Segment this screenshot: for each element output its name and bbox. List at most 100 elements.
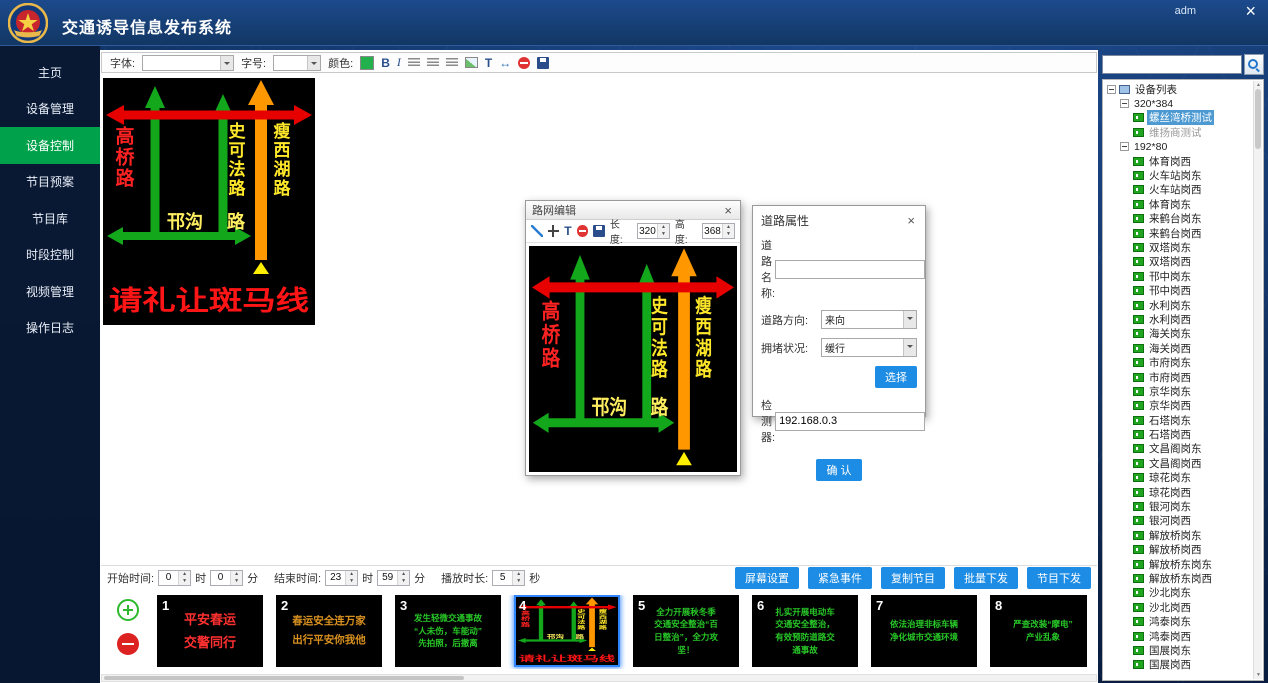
program-thumbnail[interactable]: 1 平安春运 交警同行 请礼让斑马线 (157, 595, 263, 667)
sidebar-item[interactable]: 节目预案 (0, 164, 100, 201)
expander-icon[interactable] (1107, 85, 1116, 94)
sidebar-item[interactable]: 时段控制 (0, 237, 100, 274)
action-button[interactable]: 复制节目 (881, 567, 945, 589)
stop-icon[interactable] (518, 57, 530, 69)
close-icon[interactable]: × (722, 203, 734, 218)
tree-row[interactable]: 体育岗西 (1104, 154, 1253, 168)
close-icon[interactable]: × (905, 213, 917, 228)
detector-input[interactable] (775, 412, 925, 431)
action-button[interactable]: 节目下发 (1027, 567, 1091, 589)
tree-row[interactable]: 市府岗东 (1104, 355, 1253, 369)
align-center-icon[interactable] (427, 58, 439, 68)
length-spinner[interactable]: 320 (637, 223, 670, 239)
tree-row[interactable]: 京华岗西 (1104, 399, 1253, 413)
sidebar-item[interactable]: 主页 (0, 54, 100, 91)
spinner-arrows-icon[interactable] (722, 224, 734, 238)
select-detector-button[interactable]: 选择 (875, 366, 917, 388)
tree-row[interactable]: 京华岗东 (1104, 384, 1253, 398)
close-icon[interactable]: × (1241, 1, 1260, 22)
delete-icon[interactable] (577, 225, 589, 237)
action-button[interactable]: 批量下发 (954, 567, 1018, 589)
height-spinner[interactable]: 368 (702, 223, 735, 239)
road-name-input[interactable] (775, 260, 925, 279)
search-button[interactable] (1244, 54, 1264, 75)
text-tool-button[interactable]: T (564, 224, 571, 238)
tree-row[interactable]: 银河岗西 (1104, 514, 1253, 528)
tree-row[interactable]: 琼花岗东 (1104, 471, 1253, 485)
tree-row[interactable]: 解放桥东岗东 (1104, 557, 1253, 571)
expander-icon[interactable] (1120, 99, 1129, 108)
tree-row[interactable]: 螺丝湾桥测试 (1104, 111, 1253, 125)
program-thumbnail[interactable]: 3 发生轻微交通事故 “人未伤，车能动” 先拍照，后撤离 请礼让斑马线 (395, 595, 501, 667)
duration-spinner[interactable]: 5 (492, 570, 525, 586)
text-tool-button[interactable]: T (485, 56, 492, 70)
tree-row[interactable]: 火车站岗东 (1104, 168, 1253, 182)
congestion-select[interactable]: 缓行 (821, 338, 917, 357)
confirm-button[interactable]: 确 认 (816, 459, 861, 481)
scrollbar-thumb[interactable] (104, 676, 464, 680)
add-program-button[interactable] (117, 599, 139, 621)
end-hour-spinner[interactable]: 23 (325, 570, 358, 586)
spinner-arrows-icon[interactable] (230, 571, 242, 585)
insert-image-icon[interactable] (465, 57, 478, 68)
remove-program-button[interactable] (117, 633, 139, 655)
tree-row[interactable]: 解放桥岗东 (1104, 528, 1253, 542)
end-minute-spinner[interactable]: 59 (377, 570, 410, 586)
tree-row[interactable]: 鸿泰岗东 (1104, 614, 1253, 628)
tree-row[interactable]: 来鹤台岗西 (1104, 226, 1253, 240)
tree-row[interactable]: 邗中岗西 (1104, 283, 1253, 297)
sidebar-item[interactable]: 设备管理 (0, 91, 100, 128)
tree-row[interactable]: 火车站岗西 (1104, 183, 1253, 197)
action-button[interactable]: 紧急事件 (808, 567, 872, 589)
bold-button[interactable]: B (381, 56, 390, 70)
program-thumbnail[interactable]: 6 扎实开展电动车 交通安全整治， 有效预防道路交 通事故 请礼让斑马线 (752, 595, 858, 667)
color-swatch[interactable] (360, 56, 374, 70)
program-thumbnail[interactable]: 5 全力开展秋冬季 交通安全整治“百 日整治”，全力攻 坚！ 请礼让斑马线 (633, 595, 739, 667)
road-direction-select[interactable]: 来向 (821, 310, 917, 329)
tree-row[interactable]: 沙北岗东 (1104, 586, 1253, 600)
tree-row[interactable]: 海关岗东 (1104, 327, 1253, 341)
expander-icon[interactable] (1120, 142, 1129, 151)
tree-row[interactable]: 海关岗西 (1104, 341, 1253, 355)
tree-row[interactable]: 沙北岗西 (1104, 600, 1253, 614)
action-button[interactable]: 屏幕设置 (735, 567, 799, 589)
tree-row[interactable]: 体育岗东 (1104, 197, 1253, 211)
align-left-icon[interactable] (408, 58, 420, 68)
horizontal-scrollbar[interactable] (101, 674, 1097, 682)
tree-row[interactable]: 解放桥岗西 (1104, 543, 1253, 557)
draw-road-icon[interactable] (531, 225, 543, 237)
tree-row[interactable]: 邗中岗东 (1104, 269, 1253, 283)
program-thumbnail[interactable]: 4 请礼让斑马线 (514, 595, 620, 667)
sidebar-item[interactable]: 设备控制 (0, 127, 100, 164)
program-thumbnail[interactable]: 2 春运安全连万家 出行平安你我他 请礼让斑马线 (276, 595, 382, 667)
sidebar-item[interactable]: 节目库 (0, 200, 100, 237)
spinner-arrows-icon[interactable] (397, 571, 409, 585)
tree-row[interactable]: 石塔岗东 (1104, 413, 1253, 427)
tree-row[interactable]: 解放桥东岗西 (1104, 571, 1253, 585)
tree-row[interactable]: 192*80 (1104, 140, 1253, 154)
align-right-icon[interactable] (446, 58, 458, 68)
program-thumbnail[interactable]: 8 严查改装“摩电” 产业乱象 请礼让斑马线 (990, 595, 1087, 667)
spinner-arrows-icon[interactable] (657, 224, 669, 238)
start-hour-spinner[interactable]: 0 (158, 570, 191, 586)
tree-row[interactable]: 石塔岗西 (1104, 427, 1253, 441)
sidebar-item[interactable]: 操作日志 (0, 310, 100, 347)
username[interactable]: adm (1175, 5, 1196, 17)
tree-row[interactable]: 鸿泰岗西 (1104, 629, 1253, 643)
tree-row[interactable]: 设备列表 (1104, 82, 1253, 96)
vertical-scrollbar[interactable] (1253, 81, 1262, 679)
spinner-arrows-icon[interactable] (345, 571, 357, 585)
spinner-arrows-icon[interactable] (178, 571, 190, 585)
font-size-select[interactable] (273, 55, 321, 71)
move-node-icon[interactable] (548, 225, 560, 237)
tree-row[interactable]: 水利岗东 (1104, 298, 1253, 312)
tree-row[interactable]: 国展岗东 (1104, 643, 1253, 657)
tree-row[interactable]: 双塔岗东 (1104, 240, 1253, 254)
tree-row[interactable]: 琼花岗西 (1104, 485, 1253, 499)
start-minute-spinner[interactable]: 0 (210, 570, 243, 586)
road-editor-canvas[interactable] (529, 246, 737, 472)
italic-button[interactable]: I (397, 55, 401, 70)
led-program-preview[interactable]: 请礼让斑马线 (103, 78, 315, 325)
font-select[interactable] (142, 55, 234, 71)
save-icon[interactable] (537, 57, 549, 69)
